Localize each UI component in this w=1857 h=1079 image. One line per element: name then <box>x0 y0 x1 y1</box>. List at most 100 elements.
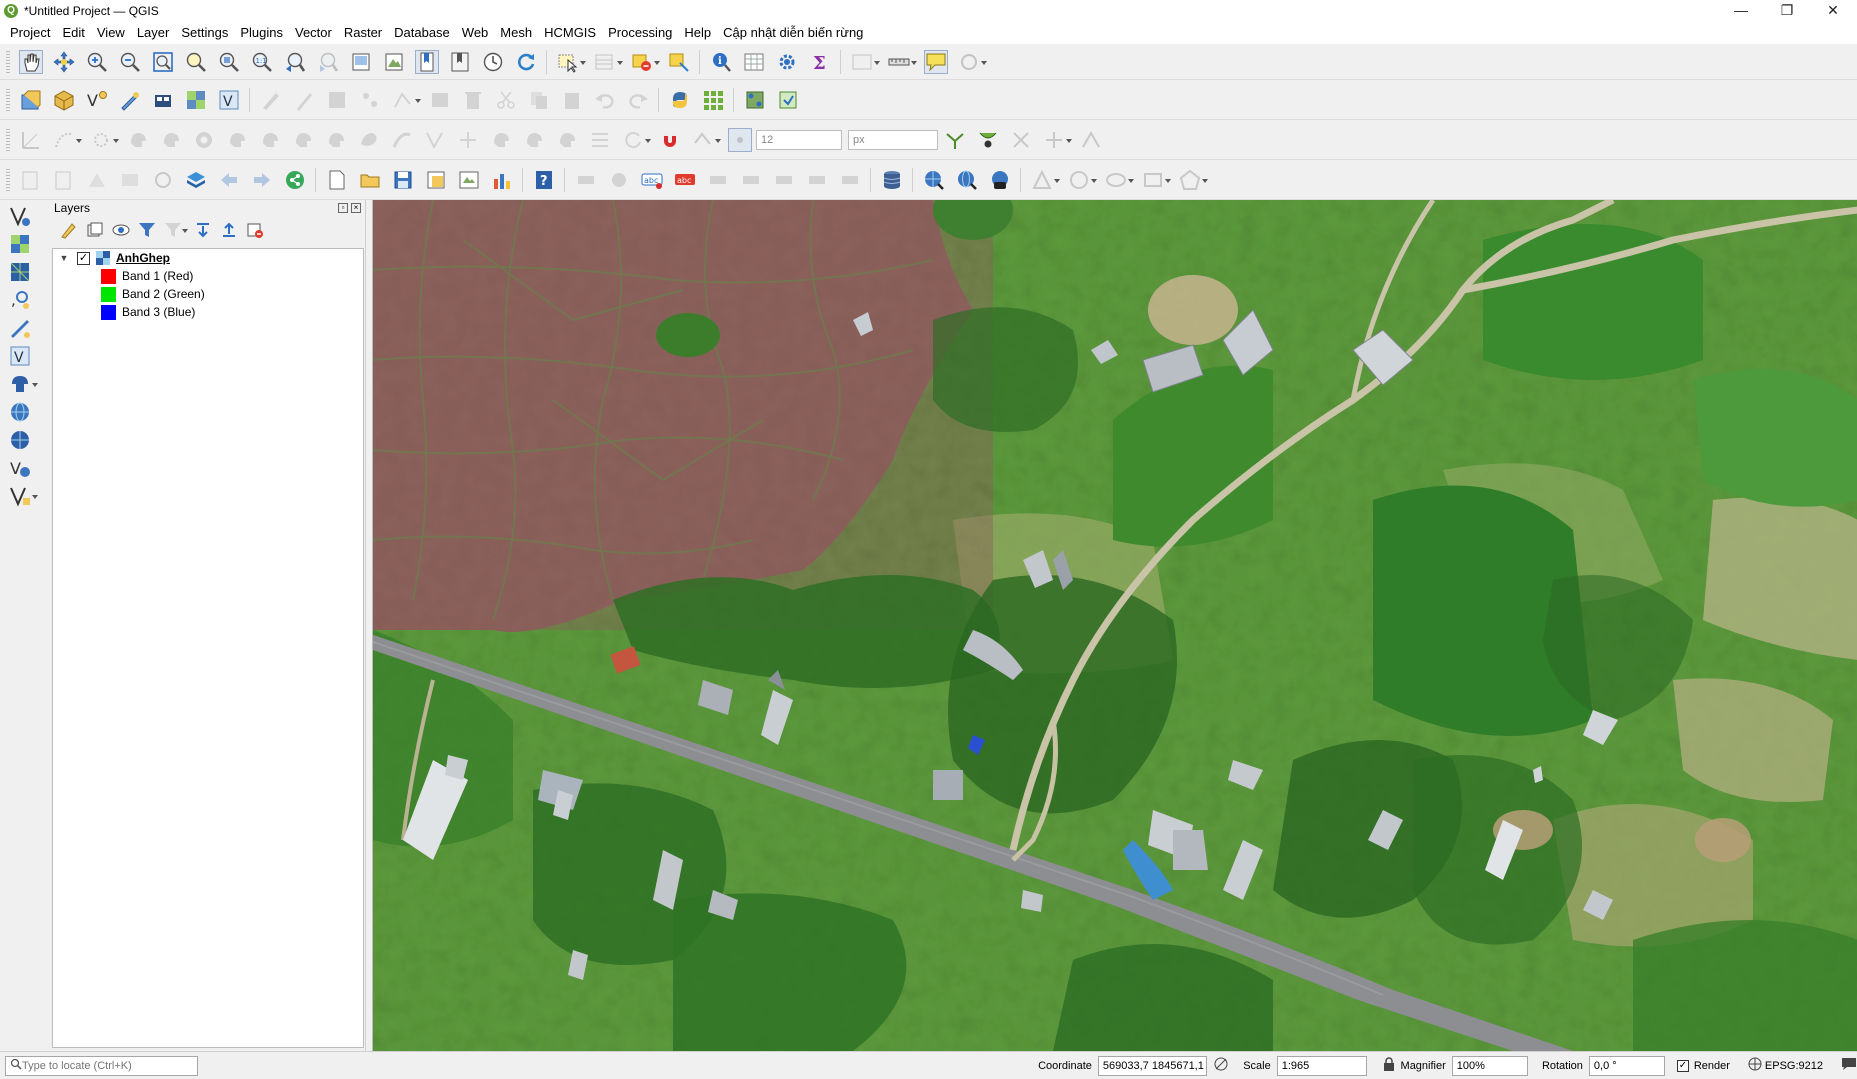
snap-on-scale-icon[interactable] <box>1079 128 1103 152</box>
pan-to-selection-icon[interactable] <box>52 50 76 74</box>
plugin-grid-icon[interactable] <box>701 88 725 112</box>
menu-help[interactable]: Help <box>678 22 717 44</box>
layer-row-anhghep[interactable]: ▼ ✓ AnhGhep <box>53 249 170 267</box>
new-3d-map-view-icon[interactable] <box>382 50 406 74</box>
snapping-mode-icon[interactable] <box>691 128 715 152</box>
add-group-icon[interactable] <box>86 221 104 239</box>
offset-curve-icon[interactable] <box>390 128 414 152</box>
map-tips-icon[interactable] <box>924 49 948 74</box>
add-raster-layer-icon[interactable] <box>6 232 34 256</box>
menu-vector[interactable]: Vector <box>289 22 338 44</box>
print-layout-icon[interactable] <box>457 168 481 192</box>
field-calculator-dropdown-icon[interactable] <box>874 50 882 74</box>
change-label-icon[interactable] <box>838 168 862 192</box>
new-geopackage-layer-icon[interactable] <box>52 88 76 112</box>
add-virtual-layer-icon[interactable]: V <box>6 344 34 368</box>
add-vector-tile-layer-icon[interactable] <box>6 484 34 508</box>
menu-web[interactable]: Web <box>456 22 495 44</box>
save-layer-edits-icon[interactable] <box>325 88 349 112</box>
label-abc-red-icon[interactable]: abc <box>673 168 697 192</box>
select-by-value-dropdown-icon[interactable] <box>617 50 625 74</box>
layer-name[interactable]: AnhGhep <box>116 251 170 265</box>
pin-labels-icon[interactable] <box>706 168 730 192</box>
add-delimited-text-layer-icon[interactable]: , <box>6 288 34 312</box>
snapping-type-icon[interactable] <box>728 127 752 152</box>
select-features-icon[interactable] <box>556 50 580 74</box>
messages-icon[interactable] <box>1841 1057 1857 1074</box>
add-rectangle-icon[interactable] <box>1141 168 1165 192</box>
crs-globe-icon[interactable] <box>1748 1057 1762 1074</box>
add-xyz-layer-icon[interactable]: V <box>6 456 34 480</box>
advanced-digitizing-icon[interactable] <box>19 128 43 152</box>
menu-edit[interactable]: Edit <box>56 22 90 44</box>
rotate-point-dropdown-icon[interactable] <box>645 128 653 152</box>
snap-to-intersection-icon[interactable] <box>976 128 1000 152</box>
new-project-icon[interactable] <box>325 168 349 192</box>
open-layer-styling-icon[interactable] <box>60 221 78 239</box>
delete-part-icon[interactable] <box>324 128 348 152</box>
shape-digitize-dropdown-icon[interactable] <box>1054 168 1062 192</box>
zoom-last-icon[interactable] <box>283 50 307 74</box>
label-abc-icon[interactable]: abc <box>640 168 664 192</box>
menu-raster[interactable]: Raster <box>338 22 388 44</box>
rotation-spinbox[interactable]: 0,0 ° <box>1588 1055 1666 1076</box>
render-checkbox[interactable]: ✓ <box>1677 1059 1689 1072</box>
refresh-icon[interactable] <box>514 50 538 74</box>
style-manager-chart-icon[interactable] <box>490 168 514 192</box>
menu-database[interactable]: Database <box>388 22 456 44</box>
menu-plugins[interactable]: Plugins <box>234 22 289 44</box>
add-spatialite-layer-icon[interactable] <box>6 316 34 340</box>
menu-processing[interactable]: Processing <box>602 22 678 44</box>
digitize-curve-icon[interactable] <box>52 128 76 152</box>
collapse-all-icon[interactable] <box>220 221 238 239</box>
cut-features-icon[interactable] <box>494 88 518 112</box>
select-by-value-icon[interactable] <box>593 50 617 74</box>
expand-arrow-icon[interactable]: ▼ <box>59 253 69 263</box>
help-icon[interactable]: ? <box>532 168 556 192</box>
zoom-out-icon[interactable] <box>118 50 142 74</box>
new-shapefile-layer-icon[interactable]: V <box>85 88 109 112</box>
move-feature-dropdown-icon[interactable] <box>113 128 121 152</box>
forward-icon[interactable] <box>250 168 274 192</box>
layer-tree[interactable]: ▼ ✓ AnhGhep Band 1 (Red) Band 2 (Green) … <box>52 248 364 1048</box>
toolbar-grip[interactable] <box>6 168 10 191</box>
statistical-summary-icon[interactable]: Σ <box>808 50 832 74</box>
open-project-icon[interactable] <box>358 168 382 192</box>
toggle-editing-icon[interactable] <box>292 88 316 112</box>
add-part-icon[interactable] <box>225 128 249 152</box>
pan-icon[interactable] <box>19 49 43 74</box>
snapping-mode-dropdown-icon[interactable] <box>715 128 723 152</box>
merge-features-icon[interactable] <box>555 128 579 152</box>
layer-style-icon[interactable] <box>118 168 142 192</box>
measure-line-icon[interactable] <box>887 50 911 74</box>
remove-layer-icon[interactable] <box>246 221 264 239</box>
menu-forest-change-update[interactable]: Cập nhật diễn biến rừng <box>717 22 869 44</box>
new-map-view-icon[interactable] <box>349 50 373 74</box>
snapping-tolerance-spinbox[interactable]: 12 <box>756 129 842 150</box>
reload-layer-icon[interactable] <box>151 168 175 192</box>
layer-labeling-icon[interactable] <box>607 168 631 192</box>
georeferencer-icon[interactable] <box>743 88 767 112</box>
crs-indicator[interactable]: EPSG:9212 <box>1765 1060 1823 1072</box>
menu-layer[interactable]: Layer <box>131 22 176 44</box>
toggle-extents-icon[interactable] <box>1213 1056 1229 1075</box>
search-web-service-icon[interactable] <box>922 168 946 192</box>
label-toolbar-icon[interactable] <box>574 168 598 192</box>
split-parts-icon[interactable] <box>522 128 546 152</box>
expand-all-icon[interactable] <box>194 221 212 239</box>
add-mesh-layer-icon[interactable] <box>6 260 34 284</box>
new-bookmark-icon[interactable] <box>415 49 439 74</box>
paste-features-icon[interactable] <box>560 88 584 112</box>
rotate-label-icon[interactable] <box>805 168 829 192</box>
simplify-feature-icon[interactable] <box>159 128 183 152</box>
menu-project[interactable]: Project <box>4 22 56 44</box>
add-feature-icon[interactable] <box>358 88 382 112</box>
database-icon[interactable] <box>880 168 904 192</box>
manage-map-themes-icon[interactable] <box>112 221 130 239</box>
snapping-magnet-icon[interactable] <box>658 128 682 152</box>
add-regular-polygon-dropdown-icon[interactable] <box>1202 168 1210 192</box>
plugin-tool-icon[interactable] <box>776 88 800 112</box>
self-snapping-dropdown-icon[interactable] <box>1066 128 1074 152</box>
open-field-calculator-icon[interactable] <box>850 50 874 74</box>
add-vector-layer-icon[interactable]: V <box>217 88 241 112</box>
